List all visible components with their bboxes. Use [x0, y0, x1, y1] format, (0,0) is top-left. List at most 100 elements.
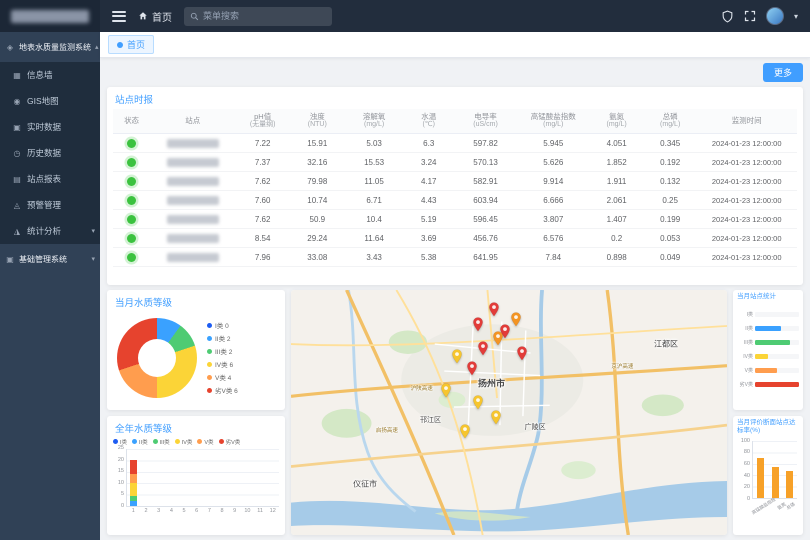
- map-pin[interactable]: [517, 346, 528, 361]
- legend-item[interactable]: V类 4: [207, 372, 238, 382]
- status-cell: [113, 153, 150, 172]
- sidebar-group-label: 地表水质量监测系统: [19, 42, 91, 53]
- stacked-bar: [269, 449, 276, 506]
- bar[interactable]: [755, 382, 799, 387]
- sidebar-item-gis-map[interactable]: ◉GIS地图: [0, 88, 100, 114]
- map-pin[interactable]: [451, 349, 462, 364]
- sidebar-item-info-wall[interactable]: ▦信息墙: [0, 62, 100, 88]
- sidebar-group-basic-management[interactable]: ▣ 基础管理系统 ▾: [0, 244, 100, 274]
- sidebar-item-alert-management[interactable]: ◬预警管理: [0, 192, 100, 218]
- legend-label: II类: [139, 438, 148, 446]
- cell-value: 7.37: [235, 153, 290, 172]
- legend-item[interactable]: 劣V类 6: [207, 385, 238, 395]
- bar-segment[interactable]: [130, 474, 137, 483]
- legend-item[interactable]: 劣V类: [219, 438, 241, 446]
- sidebar-item-station-report[interactable]: ▤站点报表: [0, 166, 100, 192]
- cell-value: 7.22: [235, 134, 290, 153]
- legend-item[interactable]: IV类: [175, 438, 193, 446]
- table-header: 状态站点pH值(无量纲)浊度(NTU)溶解氧(mg/L)水温(℃)电导率(uS/…: [113, 109, 797, 134]
- bar-segment[interactable]: [130, 483, 137, 497]
- avatar[interactable]: [766, 7, 784, 25]
- station-name-redacted: [167, 215, 219, 224]
- cell-value: 0.345: [644, 134, 696, 153]
- bar-track: [755, 340, 799, 345]
- status-dot: [127, 139, 136, 148]
- more-button[interactable]: 更多: [763, 63, 803, 82]
- year-quality-legend: I类II类III类IV类V类劣V类: [107, 438, 285, 446]
- map-pin[interactable]: [460, 424, 471, 439]
- map-pin[interactable]: [510, 312, 521, 327]
- sidebar-item-history-data[interactable]: ◷历史数据: [0, 140, 100, 166]
- legend-label: IV类: [182, 438, 193, 446]
- sidebar-group-surface-water[interactable]: ◈ 地表水质量监测系统 ▴: [0, 32, 100, 62]
- cell-value: 5.626: [517, 153, 589, 172]
- map-pin[interactable]: [493, 331, 504, 346]
- search-input[interactable]: [203, 11, 326, 21]
- cell-value: 0.192: [644, 153, 696, 172]
- pin-icon: [510, 312, 521, 327]
- legend-dot: [207, 388, 212, 393]
- bar-segment[interactable]: [130, 501, 137, 506]
- map-pin[interactable]: [473, 395, 484, 410]
- cell-value: 29.24: [290, 229, 345, 248]
- fullscreen-icon[interactable]: [744, 10, 756, 22]
- station-map[interactable]: 扬州市邗江区广陵区江都区仪征市沪陕高速启扬高速京沪高速: [291, 290, 727, 535]
- bar[interactable]: [786, 471, 793, 498]
- sidebar-item-statistics-analysis[interactable]: ◮统计分析▾: [0, 218, 100, 244]
- status-cell: [113, 191, 150, 210]
- map-pin[interactable]: [488, 302, 499, 317]
- cell-value: 7.62: [235, 172, 290, 191]
- station-table-wrap: 状态站点pH值(无量纲)浊度(NTU)溶解氧(mg/L)水温(℃)电导率(uS/…: [107, 109, 803, 285]
- map-pin[interactable]: [477, 341, 488, 356]
- cell-value: 603.94: [454, 191, 517, 210]
- cell-value: 10.4: [345, 210, 404, 229]
- legend-item[interactable]: V类: [197, 438, 213, 446]
- map-pin[interactable]: [473, 317, 484, 332]
- cell-value: 2024-01-23 12:00:00: [696, 248, 797, 267]
- bar-track: [755, 382, 799, 387]
- sidebar-item-realtime-data[interactable]: ▣实时数据: [0, 114, 100, 140]
- search-icon: [190, 12, 199, 21]
- column-header: 电导率(uS/cm): [454, 109, 517, 134]
- menu-search[interactable]: [184, 7, 332, 26]
- y-axis-labels: 0510152025: [113, 449, 126, 507]
- bar-track: [755, 368, 799, 373]
- stacked-bar: [181, 449, 188, 506]
- badge-icon[interactable]: [721, 10, 734, 23]
- chevron-down-icon[interactable]: ▾: [794, 12, 798, 21]
- bar[interactable]: [755, 326, 781, 331]
- legend-item[interactable]: IV类 6: [207, 359, 238, 369]
- x-axis-tick: 12: [266, 507, 279, 514]
- bar[interactable]: [757, 458, 764, 498]
- cell-value: 15.53: [345, 153, 404, 172]
- cell-value: 11.64: [345, 229, 404, 248]
- legend-item[interactable]: III类 2: [207, 346, 238, 356]
- bar-column: [768, 441, 783, 498]
- bar[interactable]: [755, 368, 777, 373]
- tab-home[interactable]: 首页: [108, 35, 154, 54]
- chevron-down-icon: ▾: [91, 227, 95, 235]
- breadcrumb-home[interactable]: 首页: [152, 9, 172, 24]
- legend-label: I类 0: [215, 320, 229, 330]
- bar-segment[interactable]: [130, 460, 137, 474]
- hamburger-menu-icon[interactable]: [112, 11, 126, 22]
- map-pin[interactable]: [440, 383, 451, 398]
- category-label: V类: [737, 367, 753, 374]
- compliance-rate-panel: 当月评价断面站点达标率(%) 020406080100 高锰酸盐指数氨氮总磷: [733, 416, 803, 536]
- x-axis-labels: 123456789101112: [127, 507, 279, 514]
- bar[interactable]: [755, 354, 768, 359]
- legend-item[interactable]: I类 0: [207, 320, 238, 330]
- legend-item[interactable]: II类: [132, 438, 148, 446]
- month-quality-panel: 当月水质等级 I类 0II类 2III类 2IV类 6V类 4劣V类 6: [107, 290, 285, 410]
- legend-item[interactable]: II类 2: [207, 333, 238, 343]
- x-axis-tick: 5: [178, 507, 191, 514]
- bar-column: [140, 449, 153, 506]
- cell-value: 0.25: [644, 191, 696, 210]
- bar[interactable]: [755, 340, 790, 345]
- legend-item[interactable]: III类: [153, 438, 170, 446]
- map-pin[interactable]: [490, 410, 501, 425]
- bar[interactable]: [772, 467, 779, 498]
- map-pin[interactable]: [466, 361, 477, 376]
- pin-icon: [473, 395, 484, 410]
- legend-dot: [132, 439, 137, 444]
